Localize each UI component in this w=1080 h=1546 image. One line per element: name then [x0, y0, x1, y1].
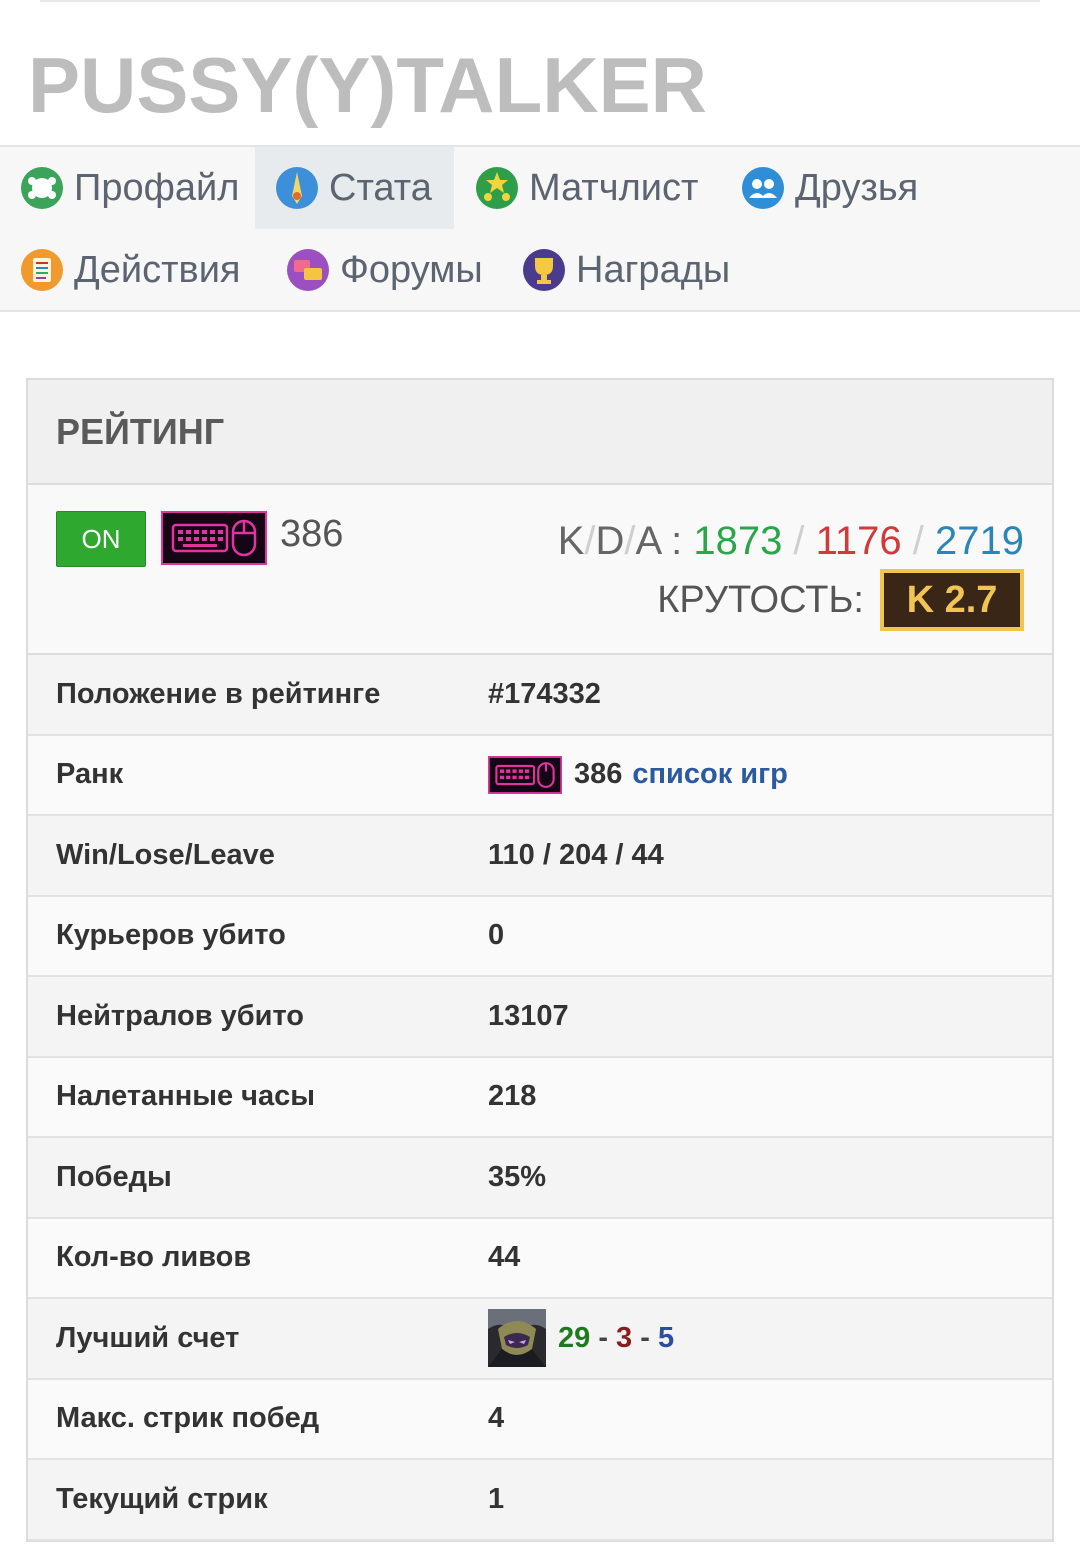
rank-number: 386	[574, 758, 623, 791]
profile-nav: Профайл Стата Матчлист Друзья Действия Ф…	[0, 145, 1080, 312]
row-value: 35%	[488, 1160, 547, 1193]
nav-label-friends: Друзья	[795, 166, 919, 209]
coolness-label: КРУТОСТЬ:	[657, 578, 864, 621]
game-list-link[interactable]: список игр	[632, 758, 788, 791]
row-label: Положение в рейтинге	[56, 677, 381, 710]
row-value: #174332	[488, 677, 601, 710]
top-divider	[40, 0, 1040, 2]
matchlist-icon	[475, 166, 519, 210]
table-row: Кол-во ливов 44	[28, 1218, 1052, 1299]
nav-label-actions: Действия	[74, 248, 241, 291]
best-kills: 29	[558, 1321, 591, 1354]
table-row: Win/Lose/Leave 110 / 204 / 44	[28, 816, 1052, 897]
nav-item-stats[interactable]: Стата	[255, 147, 454, 229]
row-label: Нейтралов убито	[56, 999, 304, 1032]
kda-kills: 1873	[693, 519, 783, 563]
nav-label-matchlist: Матчлист	[529, 166, 699, 209]
nav-item-profile[interactable]: Профайл	[0, 147, 261, 229]
row-label: Текущий стрик	[56, 1482, 268, 1515]
friends-icon	[741, 166, 785, 210]
row-value: 1	[488, 1482, 505, 1515]
nav-label-awards: Награды	[576, 248, 731, 291]
row-value: 13107	[488, 999, 569, 1032]
rating-heading: РЕЙТИНГ	[56, 410, 225, 452]
nav-label-profile: Профайл	[74, 166, 240, 209]
row-value: 386 список игр	[488, 755, 788, 794]
row-label: Курьеров убито	[56, 919, 286, 952]
forums-icon	[286, 248, 330, 292]
nav-item-actions[interactable]: Действия	[0, 229, 263, 311]
row-label: Кол-во ливов	[56, 1241, 252, 1274]
best-deaths: 3	[616, 1321, 633, 1354]
row-label: Налетанные часы	[56, 1080, 316, 1113]
kda-deaths: 1176	[815, 519, 902, 563]
nav-item-matchlist[interactable]: Матчлист	[455, 147, 720, 229]
row-value: 0	[488, 919, 505, 952]
stats-icon	[275, 166, 319, 210]
nav-item-friends[interactable]: Друзья	[721, 147, 940, 229]
row-label: Победы	[56, 1160, 172, 1193]
nav-item-awards[interactable]: Награды	[502, 229, 752, 311]
row-label: Win/Lose/Leave	[56, 838, 275, 871]
row-value: 218	[488, 1080, 537, 1113]
rating-panel: РЕЙТИНГ ON 386 K/D/A : 1873 / 1176 / 271…	[26, 378, 1054, 1542]
table-row: Налетанные часы 218	[28, 1057, 1052, 1138]
row-label: Макс. стрик побед	[56, 1402, 320, 1435]
table-row: Ранк 386 список игр	[28, 735, 1052, 816]
row-value: 44	[488, 1241, 521, 1274]
table-row: Текущий стрик 1	[28, 1460, 1052, 1541]
table-row: Макс. стрик побед 4	[28, 1379, 1052, 1460]
on-toggle-button[interactable]: ON	[56, 511, 146, 567]
row-label: Лучший счет	[56, 1321, 240, 1354]
keyboard-mouse-icon	[488, 755, 562, 794]
row-value: 110 / 204 / 44	[488, 838, 664, 871]
hero-portrait-icon[interactable]	[488, 1309, 546, 1368]
rating-header: РЕЙТИНГ	[28, 380, 1052, 485]
nav-label-forums: Форумы	[340, 248, 483, 291]
kda-summary: K/D/A : 1873 / 1176 / 2719	[557, 519, 1024, 563]
best-assists: 5	[657, 1321, 675, 1354]
awards-icon	[522, 248, 566, 292]
kda-label: K/D/A :	[557, 519, 694, 563]
stats-table: Положение в рейтинге #174332 Ранк 386 сп…	[28, 655, 1052, 1541]
rank-value: 386	[280, 513, 344, 555]
kda-assists: 2719	[935, 519, 1024, 563]
row-value: 4	[488, 1402, 505, 1435]
actions-icon	[20, 248, 64, 292]
rating-summary: ON 386 K/D/A : 1873 / 1176 / 2719 КРУТОС…	[28, 485, 1052, 655]
nav-item-forums[interactable]: Форумы	[266, 229, 505, 311]
profile-icon	[20, 166, 64, 210]
row-label: Ранк	[56, 758, 124, 791]
keyboard-mouse-icon	[161, 511, 267, 565]
table-row: Курьеров убито 0	[28, 896, 1052, 977]
page-title: PUSSY(Y)TALKER	[28, 41, 707, 129]
table-row: Положение в рейтинге #174332	[28, 655, 1052, 736]
table-row: Нейтралов убито 13107	[28, 977, 1052, 1058]
coolness-badge: K 2.7	[880, 569, 1024, 631]
row-value: 29 - 3 - 5	[488, 1309, 675, 1368]
table-row: Победы 35%	[28, 1138, 1052, 1219]
table-row: Лучший счет 29 - 3 - 5	[28, 1299, 1052, 1380]
nav-label-stats: Стата	[329, 166, 432, 209]
coolness: КРУТОСТЬ: K 2.7	[657, 569, 1024, 631]
